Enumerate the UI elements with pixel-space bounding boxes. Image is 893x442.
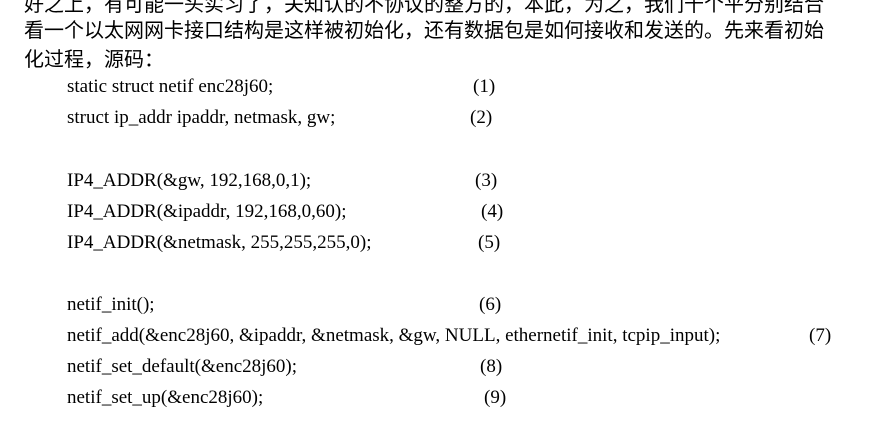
code-number-1: (1) (473, 76, 496, 97)
code-line-2: struct ip_addr ipaddr, netmask, gw; (67, 107, 336, 128)
intro-line-2: 化过程，源码： (24, 49, 164, 71)
code-line-6: netif_init(); (67, 294, 155, 315)
code-line-9: netif_set_up(&enc28j60); (67, 387, 264, 408)
intro-line-1: 看一个以太网网卡接口结构是这样被初始化，还有数据包是如何接收和发送的。先来看初始 (24, 20, 824, 42)
code-line-1: static struct netif enc28j60; (67, 76, 274, 97)
code-number-6: (6) (479, 294, 502, 315)
code-number-7: (7) (809, 325, 832, 346)
code-number-9: (9) (484, 387, 507, 408)
code-number-3: (3) (475, 170, 498, 191)
code-line-3: IP4_ADDR(&gw, 192,168,0,1); (67, 170, 312, 191)
code-number-8: (8) (480, 356, 503, 377)
code-number-5: (5) (478, 232, 501, 253)
code-line-4: IP4_ADDR(&ipaddr, 192,168,0,60); (67, 201, 347, 222)
code-number-4: (4) (481, 201, 504, 222)
code-line-5: IP4_ADDR(&netmask, 255,255,255,0); (67, 232, 372, 253)
code-number-2: (2) (470, 107, 493, 128)
code-line-7: netif_add(&enc28j60, &ipaddr, &netmask, … (67, 325, 721, 346)
code-line-8: netif_set_default(&enc28j60); (67, 356, 298, 377)
